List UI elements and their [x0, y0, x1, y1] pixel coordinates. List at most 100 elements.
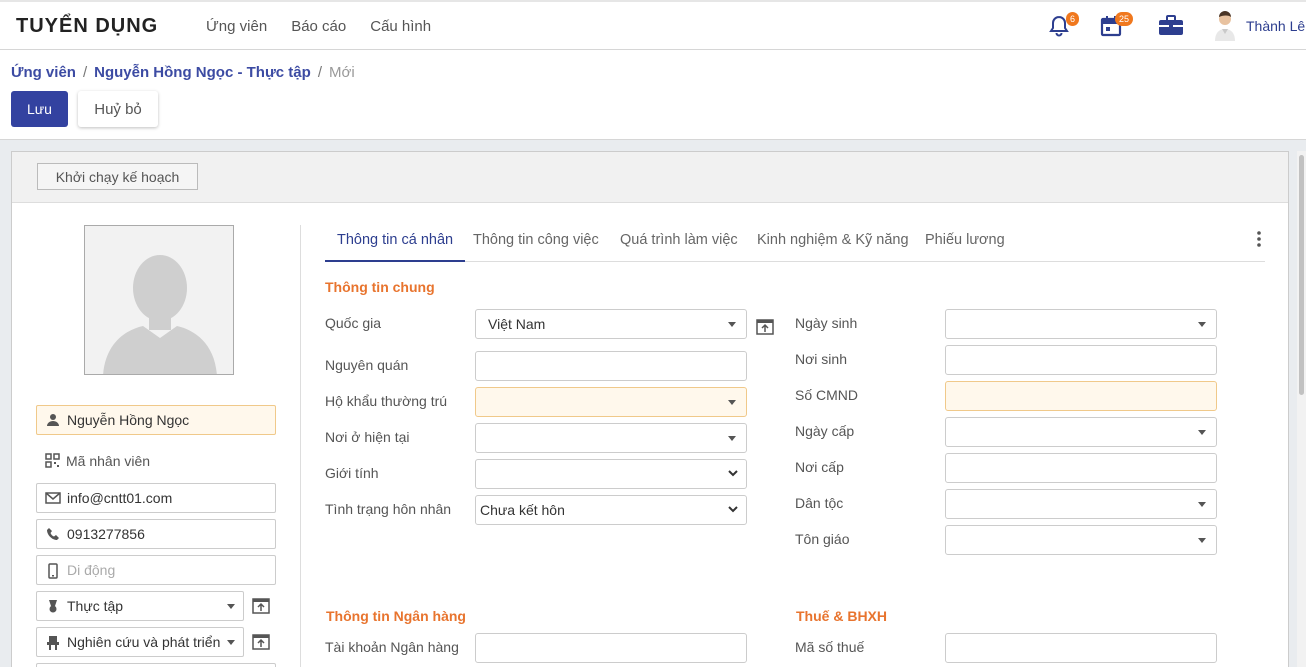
next-field[interactable]: [36, 663, 276, 667]
notification-badge: 6: [1066, 12, 1080, 26]
household-select[interactable]: [475, 387, 747, 417]
external-link-icon[interactable]: [756, 318, 774, 336]
id-number-input[interactable]: [945, 381, 1217, 411]
user-name: Thành Lê: [1246, 18, 1306, 34]
more-options-icon[interactable]: [1257, 229, 1261, 249]
tab-experience-skills[interactable]: Kinh nghiệm & Kỹ năng: [757, 225, 909, 262]
chevron-down-icon[interactable]: [728, 436, 736, 441]
notebook-tabs: Thông tin cá nhân Thông tin công việc Qu…: [325, 225, 1265, 262]
employee-code-field[interactable]: Mã nhân viên: [36, 446, 276, 476]
mobile-field[interactable]: Di động: [36, 555, 276, 585]
breadcrumb-separator: /: [317, 64, 322, 81]
marital-value: Chưa kết hôn: [480, 502, 565, 518]
menu-candidates[interactable]: Ứng viên: [206, 18, 267, 35]
avatar: [1212, 11, 1238, 41]
bank-account-label: Tài khoản Ngân hàng: [325, 639, 459, 655]
phone-icon: [45, 527, 61, 543]
ethnicity-select[interactable]: [945, 489, 1217, 519]
tax-code-input[interactable]: [945, 633, 1217, 663]
medal-icon: [45, 599, 61, 615]
briefcase-icon[interactable]: [1158, 14, 1184, 40]
tab-personal-info[interactable]: Thông tin cá nhân: [325, 225, 466, 262]
marital-select[interactable]: Chưa kết hôn: [475, 495, 747, 525]
ethnicity-label: Dân tộc: [795, 495, 844, 511]
id-number-label: Số CMND: [795, 387, 859, 403]
issue-date-select[interactable]: [945, 417, 1217, 447]
qrcode-icon: [44, 453, 60, 469]
country-value: Việt Nam: [488, 316, 546, 332]
external-link-icon[interactable]: [252, 633, 270, 651]
breadcrumb-current: Mới: [328, 64, 355, 81]
calendar-badge: 25: [1115, 12, 1134, 26]
mobile-placeholder: Di động: [67, 562, 116, 578]
user-menu[interactable]: Thành Lê: [1212, 11, 1305, 41]
scrollbar-thumb[interactable]: [1299, 155, 1304, 395]
launch-plan-button[interactable]: Khởi chạy kế hoạch: [37, 163, 198, 190]
job-value: Thực tập: [67, 598, 124, 614]
envelope-icon: [45, 491, 61, 507]
birthday-select[interactable]: [945, 309, 1217, 339]
birthplace-label: Nơi sinh: [795, 351, 847, 367]
chevron-down-icon[interactable]: [227, 604, 235, 609]
phone-field[interactable]: 0913277856: [36, 519, 276, 549]
phone-value: 0913277856: [67, 526, 145, 542]
email-value: info@cntt01.com: [67, 490, 173, 506]
birthday-label: Ngày sinh: [795, 315, 858, 331]
save-button[interactable]: Lưu: [11, 91, 68, 127]
religion-label: Tôn giáo: [795, 531, 850, 547]
breadcrumb-root[interactable]: Ứng viên: [11, 64, 76, 81]
issue-place-input[interactable]: [945, 453, 1217, 483]
chevron-down-icon[interactable]: [227, 640, 235, 645]
gender-label: Giới tính: [325, 465, 379, 481]
employee-name-field[interactable]: Nguyễn Hồng Ngọc: [36, 405, 276, 435]
country-select[interactable]: Việt Nam: [475, 309, 747, 339]
country-label: Quốc gia: [325, 315, 382, 331]
chevron-down-icon[interactable]: [728, 400, 736, 405]
chevron-down-icon[interactable]: [1198, 322, 1206, 327]
household-label: Hộ khẩu thường trú: [325, 393, 448, 409]
residence-select[interactable]: [475, 423, 747, 453]
vertical-scrollbar[interactable]: [1297, 151, 1306, 667]
tab-payslip[interactable]: Phiếu lương: [925, 225, 1005, 262]
discard-button[interactable]: Huỷ bỏ: [78, 91, 158, 127]
employee-code-placeholder: Mã nhân viên: [66, 453, 151, 469]
person-icon: [45, 413, 61, 429]
origin-input[interactable]: [475, 351, 747, 381]
app-brand[interactable]: TUYỂN DỤNG: [16, 15, 158, 38]
residence-label: Nơi ở hiện tại: [325, 429, 410, 445]
tax-code-label: Mã số thuế: [795, 639, 865, 655]
form-statusbar: Khởi chạy kế hoạch: [12, 152, 1288, 203]
tab-work-history[interactable]: Quá trình làm việc: [620, 225, 738, 262]
notification-bell-icon[interactable]: 6: [1048, 12, 1080, 40]
chevron-down-icon[interactable]: [1198, 538, 1206, 543]
menu-reports[interactable]: Báo cáo: [291, 18, 346, 35]
department-select[interactable]: Nghiên cứu và phát triển: [36, 627, 244, 657]
chevron-down-icon[interactable]: [727, 467, 739, 479]
section-title-general: Thông tin chung: [325, 279, 435, 295]
email-field[interactable]: info@cntt01.com: [36, 483, 276, 513]
religion-select[interactable]: [945, 525, 1217, 555]
gender-select[interactable]: [475, 459, 747, 489]
chair-icon: [45, 635, 61, 651]
department-value: Nghiên cứu và phát triển: [67, 634, 221, 650]
chevron-down-icon[interactable]: [728, 322, 736, 327]
external-link-icon[interactable]: [252, 597, 270, 615]
breadcrumb-parent[interactable]: Nguyễn Hồng Ngọc - Thực tập: [94, 64, 311, 81]
main-menu: Ứng viên Báo cáo Cấu hình: [206, 18, 431, 35]
breadcrumb-separator: /: [82, 64, 88, 81]
job-select[interactable]: Thực tập: [36, 591, 244, 621]
section-title-tax: Thuế & BHXH: [796, 608, 887, 624]
menu-configuration[interactable]: Cấu hình: [370, 18, 431, 35]
breadcrumb: Ứng viên / Nguyễn Hồng Ngọc - Thực tập / Mới: [11, 64, 355, 81]
chevron-down-icon[interactable]: [1198, 502, 1206, 507]
tab-work-info[interactable]: Thông tin công việc: [473, 225, 599, 262]
chevron-down-icon[interactable]: [1198, 430, 1206, 435]
calendar-icon[interactable]: 25: [1100, 12, 1134, 40]
bank-account-input[interactable]: [475, 633, 747, 663]
marital-label: Tình trạng hôn nhân: [325, 501, 452, 517]
employee-photo[interactable]: [84, 225, 234, 375]
section-title-bank: Thông tin Ngân hàng: [326, 608, 466, 624]
control-panel: Ứng viên / Nguyễn Hồng Ngọc - Thực tập / Mới…: [0, 50, 1306, 140]
birthplace-input[interactable]: [945, 345, 1217, 375]
chevron-down-icon[interactable]: [727, 503, 739, 515]
